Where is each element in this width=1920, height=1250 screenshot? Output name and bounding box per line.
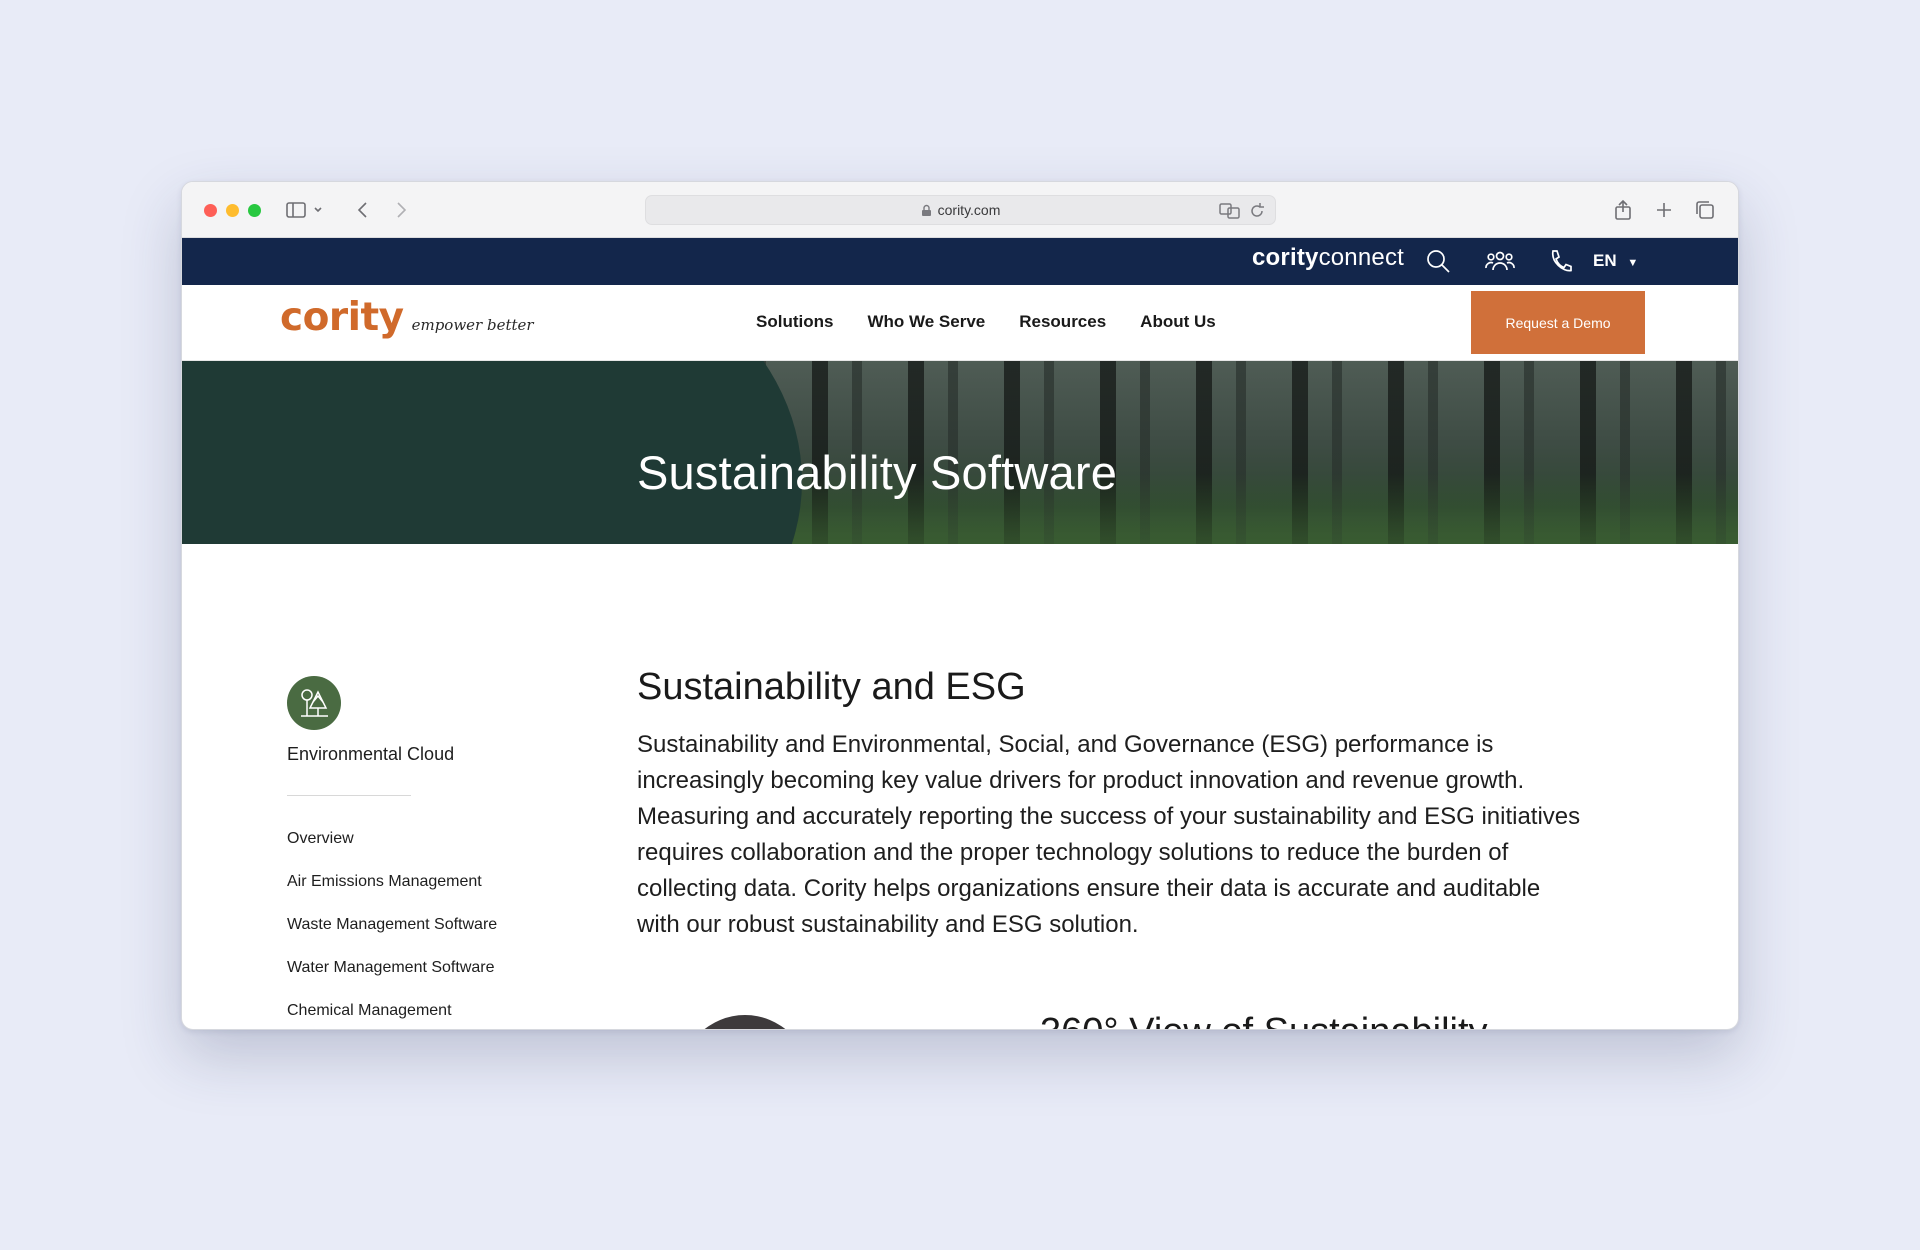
next-section-heading: 360° View of Sustainability: [1040, 1011, 1488, 1029]
solution-sidebar: Environmental Cloud Overview Air Emissio…: [287, 676, 547, 1029]
address-bar[interactable]: cority.com: [645, 195, 1276, 225]
sidebar-menu: Overview Air Emissions Management Waste …: [287, 830, 547, 1029]
search-button[interactable]: [1425, 248, 1451, 279]
lock-icon: [921, 204, 931, 216]
hero-banner: Sustainability Software: [182, 361, 1738, 544]
window-controls: [204, 204, 261, 217]
sidebar-item-air-emissions[interactable]: Air Emissions Management: [287, 873, 547, 916]
sidebar-toggle-button[interactable]: [285, 198, 325, 222]
language-selector[interactable]: EN ▼: [1593, 251, 1638, 271]
browser-window: cority.com corityconnect EN ▼ cority emp…: [181, 181, 1739, 1030]
zoom-window-button[interactable]: [248, 204, 261, 217]
environmental-cloud-icon: [287, 676, 341, 730]
section-body: Sustainability and Environmental, Social…: [637, 731, 1581, 938]
chevron-left-icon: [357, 202, 367, 218]
main-navigation: cority empower better Solutions Who We S…: [182, 285, 1738, 361]
chevron-right-icon: [397, 202, 407, 218]
logo-tagline: empower better: [411, 316, 534, 334]
close-window-button[interactable]: [204, 204, 217, 217]
cority-logo[interactable]: cority empower better: [280, 295, 534, 340]
sidebar-divider: [287, 795, 411, 796]
request-demo-button[interactable]: Request a Demo: [1471, 291, 1645, 354]
sidebar-item-waste-management[interactable]: Waste Management Software: [287, 916, 547, 959]
plus-icon: [1657, 203, 1671, 217]
logo-wordmark: cority: [280, 295, 404, 340]
nav-resources[interactable]: Resources: [1019, 312, 1106, 332]
nav-solutions[interactable]: Solutions: [756, 312, 833, 332]
translate-icon[interactable]: [1219, 202, 1241, 220]
cority-connect-suffix: connect: [1318, 244, 1405, 271]
sidebar-icon: [286, 202, 322, 218]
section-heading: Sustainability and ESG: [637, 666, 1026, 708]
minimize-window-button[interactable]: [226, 204, 239, 217]
url-text: cority.com: [937, 202, 1001, 218]
browser-toolbar: cority.com: [182, 182, 1738, 238]
back-button[interactable]: [352, 198, 374, 222]
nav-who-we-serve[interactable]: Who We Serve: [867, 312, 985, 332]
share-button[interactable]: [1612, 198, 1634, 222]
tree-icon: [301, 689, 328, 717]
language-label: EN: [1593, 251, 1617, 270]
reload-icon[interactable]: [1249, 202, 1265, 220]
phone-icon: [1552, 250, 1572, 272]
forward-button[interactable]: [390, 198, 412, 222]
utility-bar: corityconnect EN ▼: [182, 238, 1738, 285]
main-content: Sustainability and ESG Sustainability an…: [637, 666, 1597, 943]
share-icon: [1615, 199, 1631, 220]
tabs-icon: [1696, 201, 1714, 219]
community-button[interactable]: [1485, 248, 1515, 279]
sidebar-item-water-management[interactable]: Water Management Software: [287, 959, 547, 1002]
caret-down-icon: ▼: [1627, 257, 1639, 269]
sidebar-item-chemical-management[interactable]: Chemical Management: [287, 1002, 547, 1029]
hero-title: Sustainability Software: [637, 446, 1118, 499]
sidebar-item-overview[interactable]: Overview: [287, 830, 547, 873]
tab-overview-button[interactable]: [1694, 198, 1716, 222]
sidebar-title: Environmental Cloud: [287, 744, 455, 764]
featured-image: [680, 1015, 810, 1029]
new-tab-button[interactable]: [1653, 198, 1675, 222]
contact-phone-button[interactable]: [1548, 248, 1572, 279]
search-icon: [1427, 250, 1450, 273]
users-icon: [1485, 251, 1515, 271]
cority-connect-brand: cority: [1252, 244, 1319, 271]
primary-nav-links: Solutions Who We Serve Resources About U…: [756, 312, 1250, 332]
nav-about-us[interactable]: About Us: [1140, 312, 1216, 332]
cority-connect-link[interactable]: corityconnect: [1252, 244, 1404, 272]
